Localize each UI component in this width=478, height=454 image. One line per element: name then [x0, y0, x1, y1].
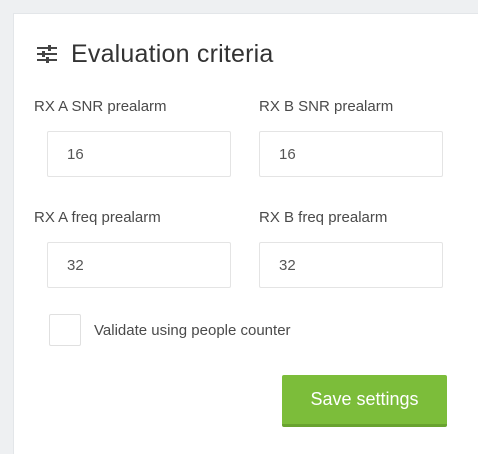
rx-a-freq-prealarm-label: RX A freq prealarm [34, 209, 161, 226]
rx-b-freq-prealarm-label: RX B freq prealarm [259, 209, 388, 226]
rx-b-freq-prealarm-input[interactable] [259, 242, 443, 288]
rx-b-snr-prealarm-input[interactable] [259, 131, 443, 177]
panel-title: Evaluation criteria [71, 39, 274, 68]
evaluation-criteria-panel: Evaluation criteria RX A SNR prealarm RX… [13, 13, 478, 454]
panel-header: Evaluation criteria [37, 38, 274, 70]
save-settings-button[interactable]: Save settings [282, 375, 447, 427]
validate-people-counter-label: Validate using people counter [94, 322, 291, 339]
rx-a-snr-prealarm-input[interactable] [47, 131, 231, 177]
sliders-icon [37, 45, 57, 63]
validate-people-counter-checkbox[interactable] [49, 314, 81, 346]
rx-b-snr-prealarm-label: RX B SNR prealarm [259, 98, 394, 115]
rx-a-snr-prealarm-label: RX A SNR prealarm [34, 98, 167, 115]
rx-a-freq-prealarm-input[interactable] [47, 242, 231, 288]
